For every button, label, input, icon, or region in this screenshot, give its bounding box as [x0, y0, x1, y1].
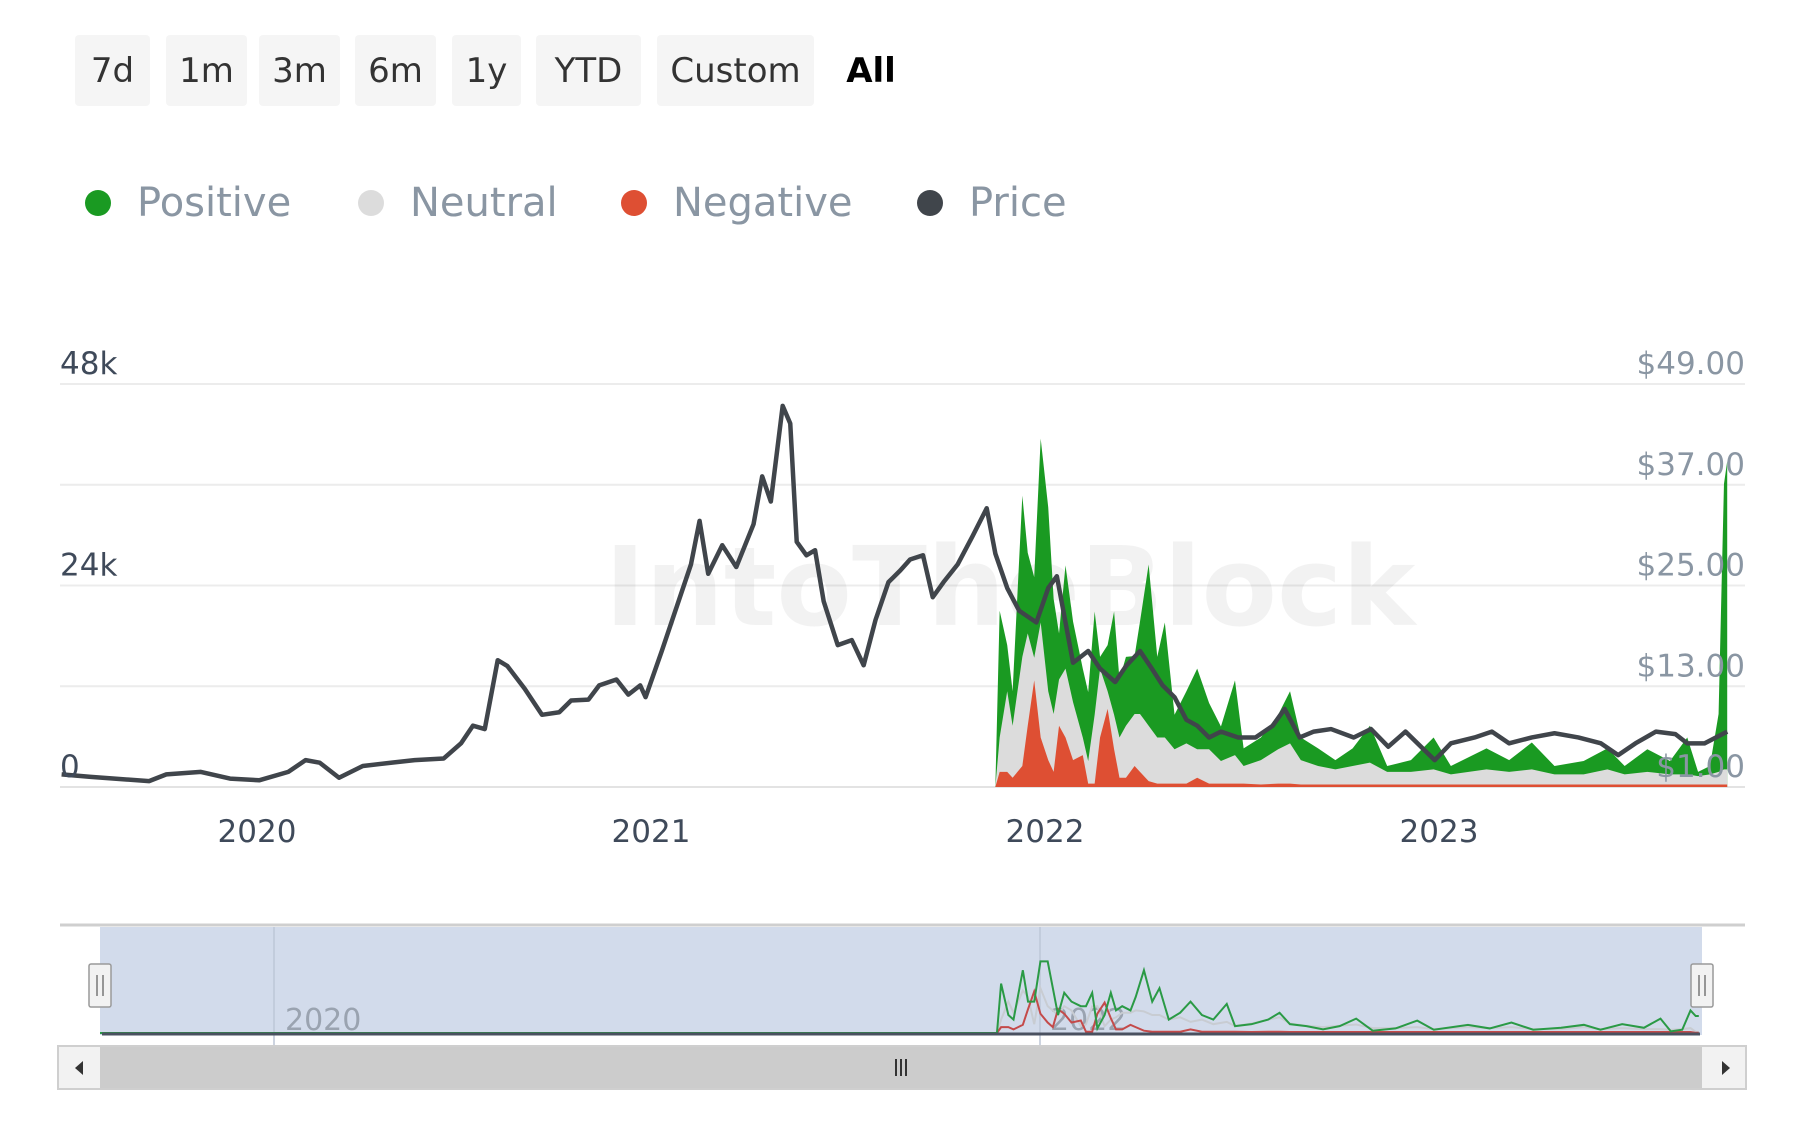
handle-box	[88, 963, 112, 1008]
y-right-tick-label: $1.00	[1656, 749, 1745, 785]
x-tick-label: 2021	[612, 814, 691, 850]
y-right-tick-label: $49.00	[1637, 346, 1745, 382]
scrollbar[interactable]	[57, 1045, 1747, 1090]
x-tick-label: 2020	[218, 814, 297, 850]
y-left-tick-label: 0	[60, 749, 80, 785]
y-right-tick-label: $37.00	[1637, 447, 1745, 483]
y-left-tick-label: 24k	[60, 548, 117, 584]
x-tick-label: 2022	[1006, 814, 1085, 850]
y-right-tick-label: $25.00	[1637, 548, 1745, 584]
navigator-handle-left[interactable]	[88, 963, 112, 1008]
x-tick-label: 2023	[1400, 814, 1479, 850]
navigator[interactable]: 2020 2022	[57, 923, 1747, 1090]
handle-box	[1690, 963, 1714, 1008]
sentiment-price-chart: IntoTheBlock 0 24k 48k $1.00 $13.00 $25.00 $37…	[57, 346, 1747, 1090]
y-left-tick-label: 48k	[60, 346, 117, 382]
navigator-handle-right[interactable]	[1690, 963, 1714, 1008]
y-right-tick-label: $13.00	[1637, 648, 1745, 684]
watermark-logo: IntoTheBlock	[605, 523, 1419, 651]
